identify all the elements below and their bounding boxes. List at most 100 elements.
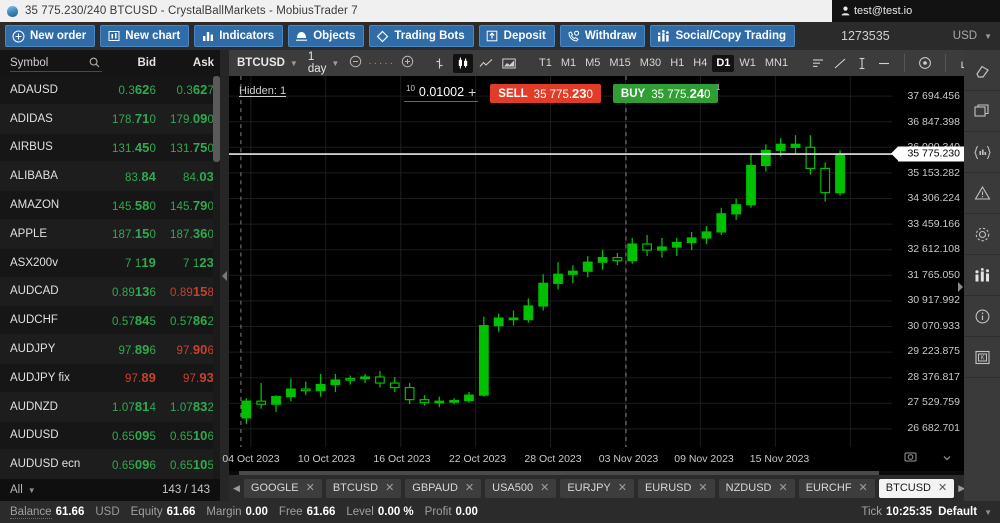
table-row[interactable]: AUDUSD ecn0.650960.65105 (0, 450, 220, 479)
search-icon[interactable] (89, 57, 100, 71)
chart-tab[interactable]: USA500✕ (485, 479, 556, 498)
market-watch-list[interactable]: ADAUSD0.36260.3627ADIDAS178.710179.090AI… (0, 76, 220, 479)
profile-name[interactable]: Default (938, 506, 977, 518)
chart-tab[interactable]: GBPAUD✕ (405, 479, 481, 498)
collapse-handle-icon[interactable] (958, 282, 963, 292)
alert-triangle-icon[interactable] (964, 173, 1000, 214)
table-row[interactable]: ASX200v7 1197 123 (0, 249, 220, 278)
timeframe-button-mn1[interactable]: MN1 (761, 55, 792, 72)
timeframe-button-h4[interactable]: H4 (689, 55, 711, 72)
table-row[interactable]: AUDCHF0.578450.57862 (0, 306, 220, 335)
timeframe-button-m15[interactable]: M15 (605, 55, 634, 72)
hidden-objects-label[interactable]: Hidden: 1 (239, 85, 286, 97)
chart-tab[interactable]: NZDUSD✕ (719, 479, 795, 498)
keyboard-icon[interactable]: K (964, 337, 1000, 378)
info-icon[interactable] (964, 296, 1000, 337)
chevron-down-icon[interactable]: ▼ (984, 508, 992, 517)
table-row[interactable]: AMAZON145.580145.790 (0, 191, 220, 220)
chart-timeframe-selector[interactable]: 1 day (308, 51, 327, 75)
chevron-down-icon[interactable]: ▼ (331, 59, 339, 68)
chevron-down-icon[interactable]: ▼ (290, 59, 298, 68)
screenshot-icon[interactable] (904, 450, 917, 468)
indicator-brackets-icon[interactable] (964, 132, 1000, 173)
candlestick-chart[interactable] (229, 76, 892, 447)
close-icon[interactable]: ✕ (465, 483, 474, 494)
social-copy-trading-button[interactable]: Social/Copy Trading (650, 25, 795, 47)
time-axis[interactable]: 04 Oct 202310 Oct 202316 Oct 202322 Oct … (229, 447, 964, 471)
chart-tab[interactable]: EURJPY✕ (560, 479, 634, 498)
area-chart-type-icon[interactable] (499, 54, 519, 73)
close-icon[interactable]: ✕ (385, 483, 394, 494)
chart-tab[interactable]: EURCHF✕ (799, 479, 875, 498)
chevron-down-icon[interactable]: ▼ (28, 486, 36, 495)
market-watch-scrollbar[interactable] (213, 76, 220, 479)
account-email-bar[interactable]: test@test.io (832, 0, 1000, 22)
close-icon[interactable]: ✕ (306, 483, 315, 494)
target-icon[interactable] (915, 54, 935, 73)
zoom-out-icon[interactable] (349, 55, 362, 71)
close-icon[interactable]: ✕ (698, 483, 707, 494)
new-chart-button[interactable]: New chart (100, 25, 189, 47)
timeframe-button-w1[interactable]: W1 (735, 55, 760, 72)
table-row[interactable]: ADAUSD0.36260.3627 (0, 76, 220, 105)
timeframe-button-t1[interactable]: T1 (535, 55, 556, 72)
table-row[interactable]: AIRBUS131.450131.750 (0, 134, 220, 163)
table-row[interactable]: AUDNZD1.078141.07832 (0, 393, 220, 422)
table-row[interactable]: AUDJPY97.89697.906 (0, 335, 220, 364)
autoscale-icon[interactable] (942, 450, 952, 468)
symbol-search-field[interactable]: Symbol (10, 55, 102, 72)
buy-button[interactable]: BUY 35 775.240 (613, 84, 719, 103)
chart-horizontal-scrollbar[interactable] (229, 471, 964, 475)
bar-chart-type-icon[interactable] (430, 54, 450, 73)
chart-canvas-area[interactable]: Hidden: 1 10 0.01002 + SELL 35 775.230 (229, 76, 892, 447)
zoom-level-slider[interactable]: ····· (368, 58, 395, 69)
trading-bots-button[interactable]: Trading Bots (369, 25, 473, 47)
indicators-button[interactable]: Indicators (194, 25, 283, 47)
close-icon[interactable]: ✕ (618, 483, 627, 494)
close-icon[interactable]: ✕ (540, 483, 549, 494)
windows-icon[interactable] (964, 91, 1000, 132)
timeframe-button-m1[interactable]: M1 (557, 55, 580, 72)
horizontal-line-icon[interactable] (874, 54, 894, 73)
table-row[interactable]: AUDCAD0.891360.89158 (0, 278, 220, 307)
panel-splitter[interactable] (220, 50, 229, 501)
scroll-left-icon[interactable]: ◀ (233, 483, 240, 494)
chart-symbol-selector[interactable]: BTCUSD (237, 57, 285, 69)
timeframe-button-h1[interactable]: H1 (666, 55, 688, 72)
account-selector[interactable]: 1273535 USD ▼ (832, 24, 1000, 48)
zoom-in-icon[interactable] (401, 55, 414, 71)
withdraw-button[interactable]: Withdraw (560, 25, 646, 47)
table-row[interactable]: APPLE187.150187.360 (0, 220, 220, 249)
close-icon[interactable]: ✕ (938, 483, 947, 494)
sell-button[interactable]: SELL 35 775.230 (490, 84, 601, 103)
chart-tab[interactable]: EURUSD✕ (638, 479, 715, 498)
volume-input[interactable]: 10 0.01002 + (404, 85, 478, 102)
chart-tab[interactable]: GOOGLE✕ (244, 479, 322, 498)
timeframe-button-m5[interactable]: M5 (581, 55, 604, 72)
new-order-button[interactable]: New order (5, 25, 95, 47)
trendline-icon[interactable] (830, 54, 850, 73)
table-row[interactable]: AUDUSD0.650950.65106 (0, 422, 220, 451)
table-row[interactable]: ALIBABA83.8484.03 (0, 162, 220, 191)
indicator-list-icon[interactable] (808, 54, 828, 73)
table-row[interactable]: AUDJPY fix97.8997.93 (0, 364, 220, 393)
symbol-filter-label[interactable]: All (10, 484, 23, 496)
timeframe-button-d1[interactable]: D1 (712, 55, 734, 72)
close-icon[interactable]: ✕ (859, 483, 868, 494)
bid-column-header[interactable]: Bid (102, 57, 156, 69)
statistics-icon[interactable] (964, 255, 1000, 296)
close-icon[interactable]: ✕ (778, 483, 787, 494)
deposit-button[interactable]: Deposit (479, 25, 555, 47)
line-chart-type-icon[interactable] (476, 54, 496, 73)
chart-tab[interactable]: BTCUSD✕ (326, 479, 401, 498)
objects-button[interactable]: Objects (288, 25, 364, 47)
candlestick-chart-type-icon[interactable] (453, 54, 473, 73)
vertical-line-icon[interactable] (852, 54, 872, 73)
eraser-icon[interactable] (964, 50, 1000, 91)
chart-tab[interactable]: BTCUSD✕ (879, 479, 954, 498)
ask-column-header[interactable]: Ask (156, 57, 214, 69)
table-row[interactable]: ADIDAS178.710179.090 (0, 105, 220, 134)
settings-gear-icon[interactable] (964, 214, 1000, 255)
timeframe-button-m30[interactable]: M30 (636, 55, 665, 72)
price-axis[interactable]: 37 694.45636 847.39836 000.34035 153.282… (892, 76, 964, 447)
